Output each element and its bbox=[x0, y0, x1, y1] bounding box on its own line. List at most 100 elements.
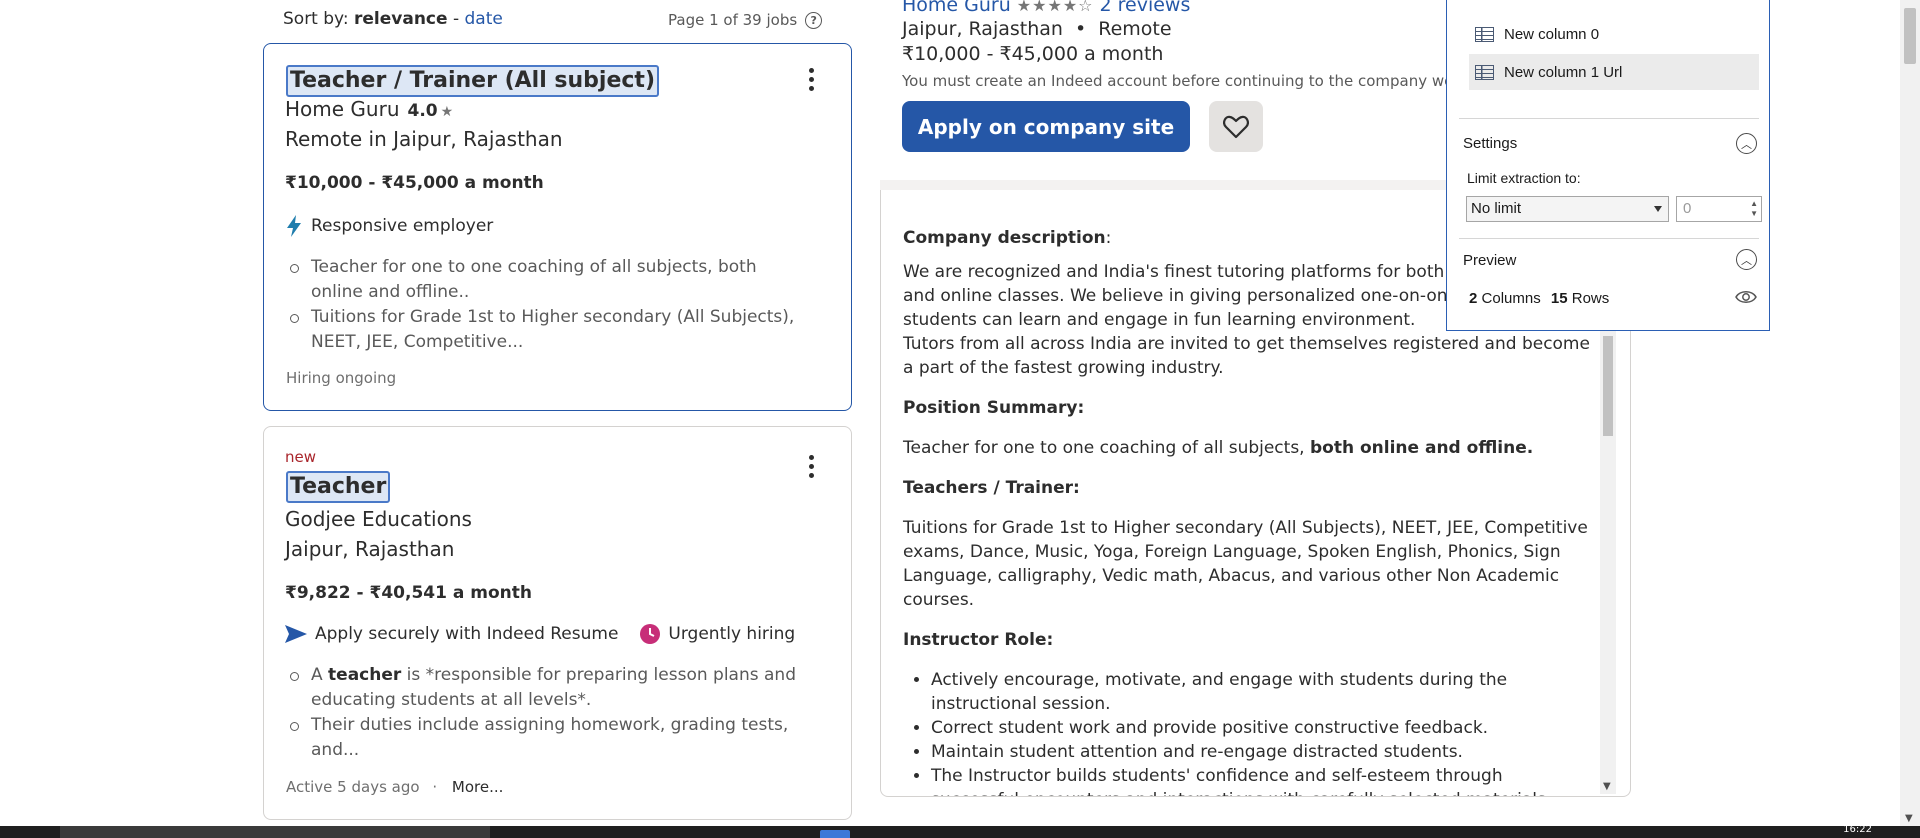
position-summary-text: Teacher for one to one coaching of all s… bbox=[903, 436, 1593, 460]
column-label: New column 1 Url bbox=[1504, 63, 1623, 81]
star-icon: ★ bbox=[440, 104, 454, 120]
detail-location: Jaipur, Rajasthan • Remote bbox=[902, 18, 1172, 40]
account-note: You must create an Indeed account before… bbox=[902, 72, 1462, 90]
position-text: Teacher for one to one coaching of all s… bbox=[903, 438, 1310, 458]
activity-status: Active 5 days ago · More... bbox=[286, 778, 503, 796]
preview-title: Preview bbox=[1463, 252, 1517, 269]
sort-label: Sort by: bbox=[283, 9, 349, 29]
columns-count: 2 bbox=[1469, 290, 1478, 307]
responsive-employer: Responsive employer bbox=[285, 215, 493, 237]
spinner-icon[interactable]: ▲ ▼ bbox=[1750, 199, 1758, 219]
columns-label: Columns bbox=[1481, 290, 1541, 307]
new-badge: new bbox=[285, 448, 317, 466]
job-salary: ₹10,000 - ₹45,000 a month bbox=[285, 173, 544, 193]
collapse-settings-icon[interactable]: ︿ bbox=[1736, 133, 1757, 154]
collapse-preview-icon[interactable]: ︿ bbox=[1736, 249, 1757, 270]
settings-title: Settings bbox=[1463, 135, 1518, 152]
job-title[interactable]: Teacher bbox=[286, 471, 391, 503]
job-salary: ₹9,822 - ₹40,541 a month bbox=[285, 583, 532, 603]
snippet-highlight: teacher bbox=[328, 665, 402, 685]
more-options-icon[interactable] bbox=[809, 455, 815, 478]
instructor-item: The Instructor builds students' confiden… bbox=[931, 764, 1593, 796]
hiring-status: Hiring ongoing bbox=[286, 369, 397, 387]
trainer-text: Tuitions for Grade 1st to Higher seconda… bbox=[903, 518, 1588, 610]
limit-select[interactable]: No limit bbox=[1466, 196, 1669, 222]
limit-number-input[interactable]: 0 ▲ ▼ bbox=[1676, 196, 1762, 222]
urgent-label: Urgently hiring bbox=[668, 624, 796, 644]
save-job-button[interactable] bbox=[1209, 101, 1263, 152]
divider bbox=[1459, 118, 1759, 119]
chevron-down-icon bbox=[1654, 206, 1662, 212]
extraction-panel: New column 0 New column 1 Url Settings ︿… bbox=[1446, 0, 1770, 331]
table-column-icon bbox=[1475, 64, 1494, 80]
sort-bar: Sort by: relevance - date bbox=[283, 9, 503, 29]
job-location: Jaipur, Rajasthan bbox=[285, 537, 455, 561]
trainer-heading: Teachers / Trainer: bbox=[903, 478, 1080, 498]
company-link[interactable]: Home Guru bbox=[902, 0, 1011, 16]
sort-separator: - bbox=[452, 9, 460, 29]
rows-count: 15 bbox=[1550, 290, 1568, 307]
table-column-icon bbox=[1475, 26, 1494, 42]
job-attributes: Apply securely with Indeed Resume Urgent… bbox=[285, 624, 795, 644]
attribute-label: Responsive employer bbox=[311, 216, 494, 236]
instructor-heading: Instructor Role: bbox=[903, 630, 1054, 650]
position-summary-heading: Position Summary: bbox=[903, 398, 1085, 418]
footer-separator: · bbox=[432, 778, 438, 796]
send-icon bbox=[285, 625, 307, 643]
page-scrollbar[interactable]: ▼ bbox=[1900, 0, 1920, 838]
taskbar-app[interactable] bbox=[60, 826, 490, 838]
job-title[interactable]: Teacher / Trainer (All subject) bbox=[286, 65, 659, 97]
detail-company: Home Guru ★★★★☆ 2 reviews bbox=[902, 0, 1190, 16]
sort-date-link[interactable]: date bbox=[465, 9, 503, 29]
instructor-item: Correct student work and provide positiv… bbox=[931, 716, 1593, 740]
heart-icon bbox=[1223, 115, 1249, 138]
company-name: Godjee Educations bbox=[285, 507, 472, 531]
instructor-item: Maintain student attention and re-engage… bbox=[931, 740, 1593, 764]
apply-button[interactable]: Apply on company site bbox=[902, 101, 1190, 152]
taskbar-clock: 16:22 bbox=[1843, 824, 1872, 835]
rows-label: Rows bbox=[1571, 290, 1610, 307]
eye-icon[interactable] bbox=[1735, 289, 1757, 305]
company-label: Home Guru bbox=[285, 97, 400, 121]
page-scrollbar-thumb[interactable] bbox=[1904, 8, 1916, 64]
job-location: Remote in Jaipur, Rajasthan bbox=[285, 127, 563, 151]
activity-label: Active 5 days ago bbox=[286, 778, 420, 796]
more-options-icon[interactable] bbox=[809, 68, 815, 91]
snippet-item: A teacher is *responsible for preparing … bbox=[290, 663, 811, 713]
job-card[interactable]: new Teacher Godjee Educations Jaipur, Ra… bbox=[263, 426, 852, 820]
more-link[interactable]: More... bbox=[452, 778, 504, 796]
scrollbar-thumb[interactable] bbox=[1603, 336, 1613, 436]
help-icon[interactable]: ? bbox=[805, 11, 823, 29]
location-text: Jaipur, Rajasthan bbox=[902, 18, 1063, 40]
job-snippet: A teacher is *responsible for preparing … bbox=[290, 663, 811, 763]
heading-colon: : bbox=[1105, 228, 1112, 248]
attribute-label: Apply securely with Indeed Resume bbox=[315, 624, 619, 644]
company-name: Home Guru 4.0 ★ bbox=[285, 97, 453, 121]
scroll-down-icon[interactable]: ▼ bbox=[1905, 813, 1913, 824]
preview-stats: 2 Columns 15 Rows bbox=[1469, 290, 1609, 307]
limit-label: Limit extraction to: bbox=[1467, 170, 1581, 186]
limit-number-value: 0 bbox=[1683, 200, 1692, 217]
instructor-item: Actively encourage, motivate, and engage… bbox=[931, 668, 1593, 716]
snippet-text: A bbox=[311, 665, 329, 685]
reviews-link[interactable]: 2 reviews bbox=[1100, 0, 1191, 16]
pagination-info: Page 1 of 39 jobs ? bbox=[668, 11, 823, 29]
lightning-icon bbox=[287, 215, 301, 237]
column-label: New column 0 bbox=[1504, 25, 1600, 43]
bullet-separator: • bbox=[1075, 18, 1087, 40]
divider bbox=[1459, 238, 1759, 239]
remote-label: Remote bbox=[1098, 18, 1172, 40]
column-item[interactable]: New column 1 Url bbox=[1469, 54, 1759, 90]
job-snippet: Teacher for one to one coaching of all s… bbox=[290, 255, 811, 355]
taskbar-active-app[interactable] bbox=[820, 830, 850, 838]
scroll-down-icon[interactable]: ▼ bbox=[1603, 781, 1611, 792]
company-rating: 4.0 bbox=[407, 101, 438, 121]
column-item[interactable]: New column 0 bbox=[1469, 16, 1759, 52]
sort-relevance[interactable]: relevance bbox=[354, 9, 448, 29]
snippet-item: Tuitions for Grade 1st to Higher seconda… bbox=[290, 305, 811, 355]
company-description-heading: Company description bbox=[903, 228, 1106, 248]
job-card[interactable]: Teacher / Trainer (All subject) Home Gur… bbox=[263, 43, 852, 411]
snippet-item: Teacher for one to one coaching of all s… bbox=[290, 255, 811, 305]
detail-salary: ₹10,000 - ₹45,000 a month bbox=[902, 43, 1164, 65]
taskbar: 16:22 bbox=[0, 824, 1920, 838]
